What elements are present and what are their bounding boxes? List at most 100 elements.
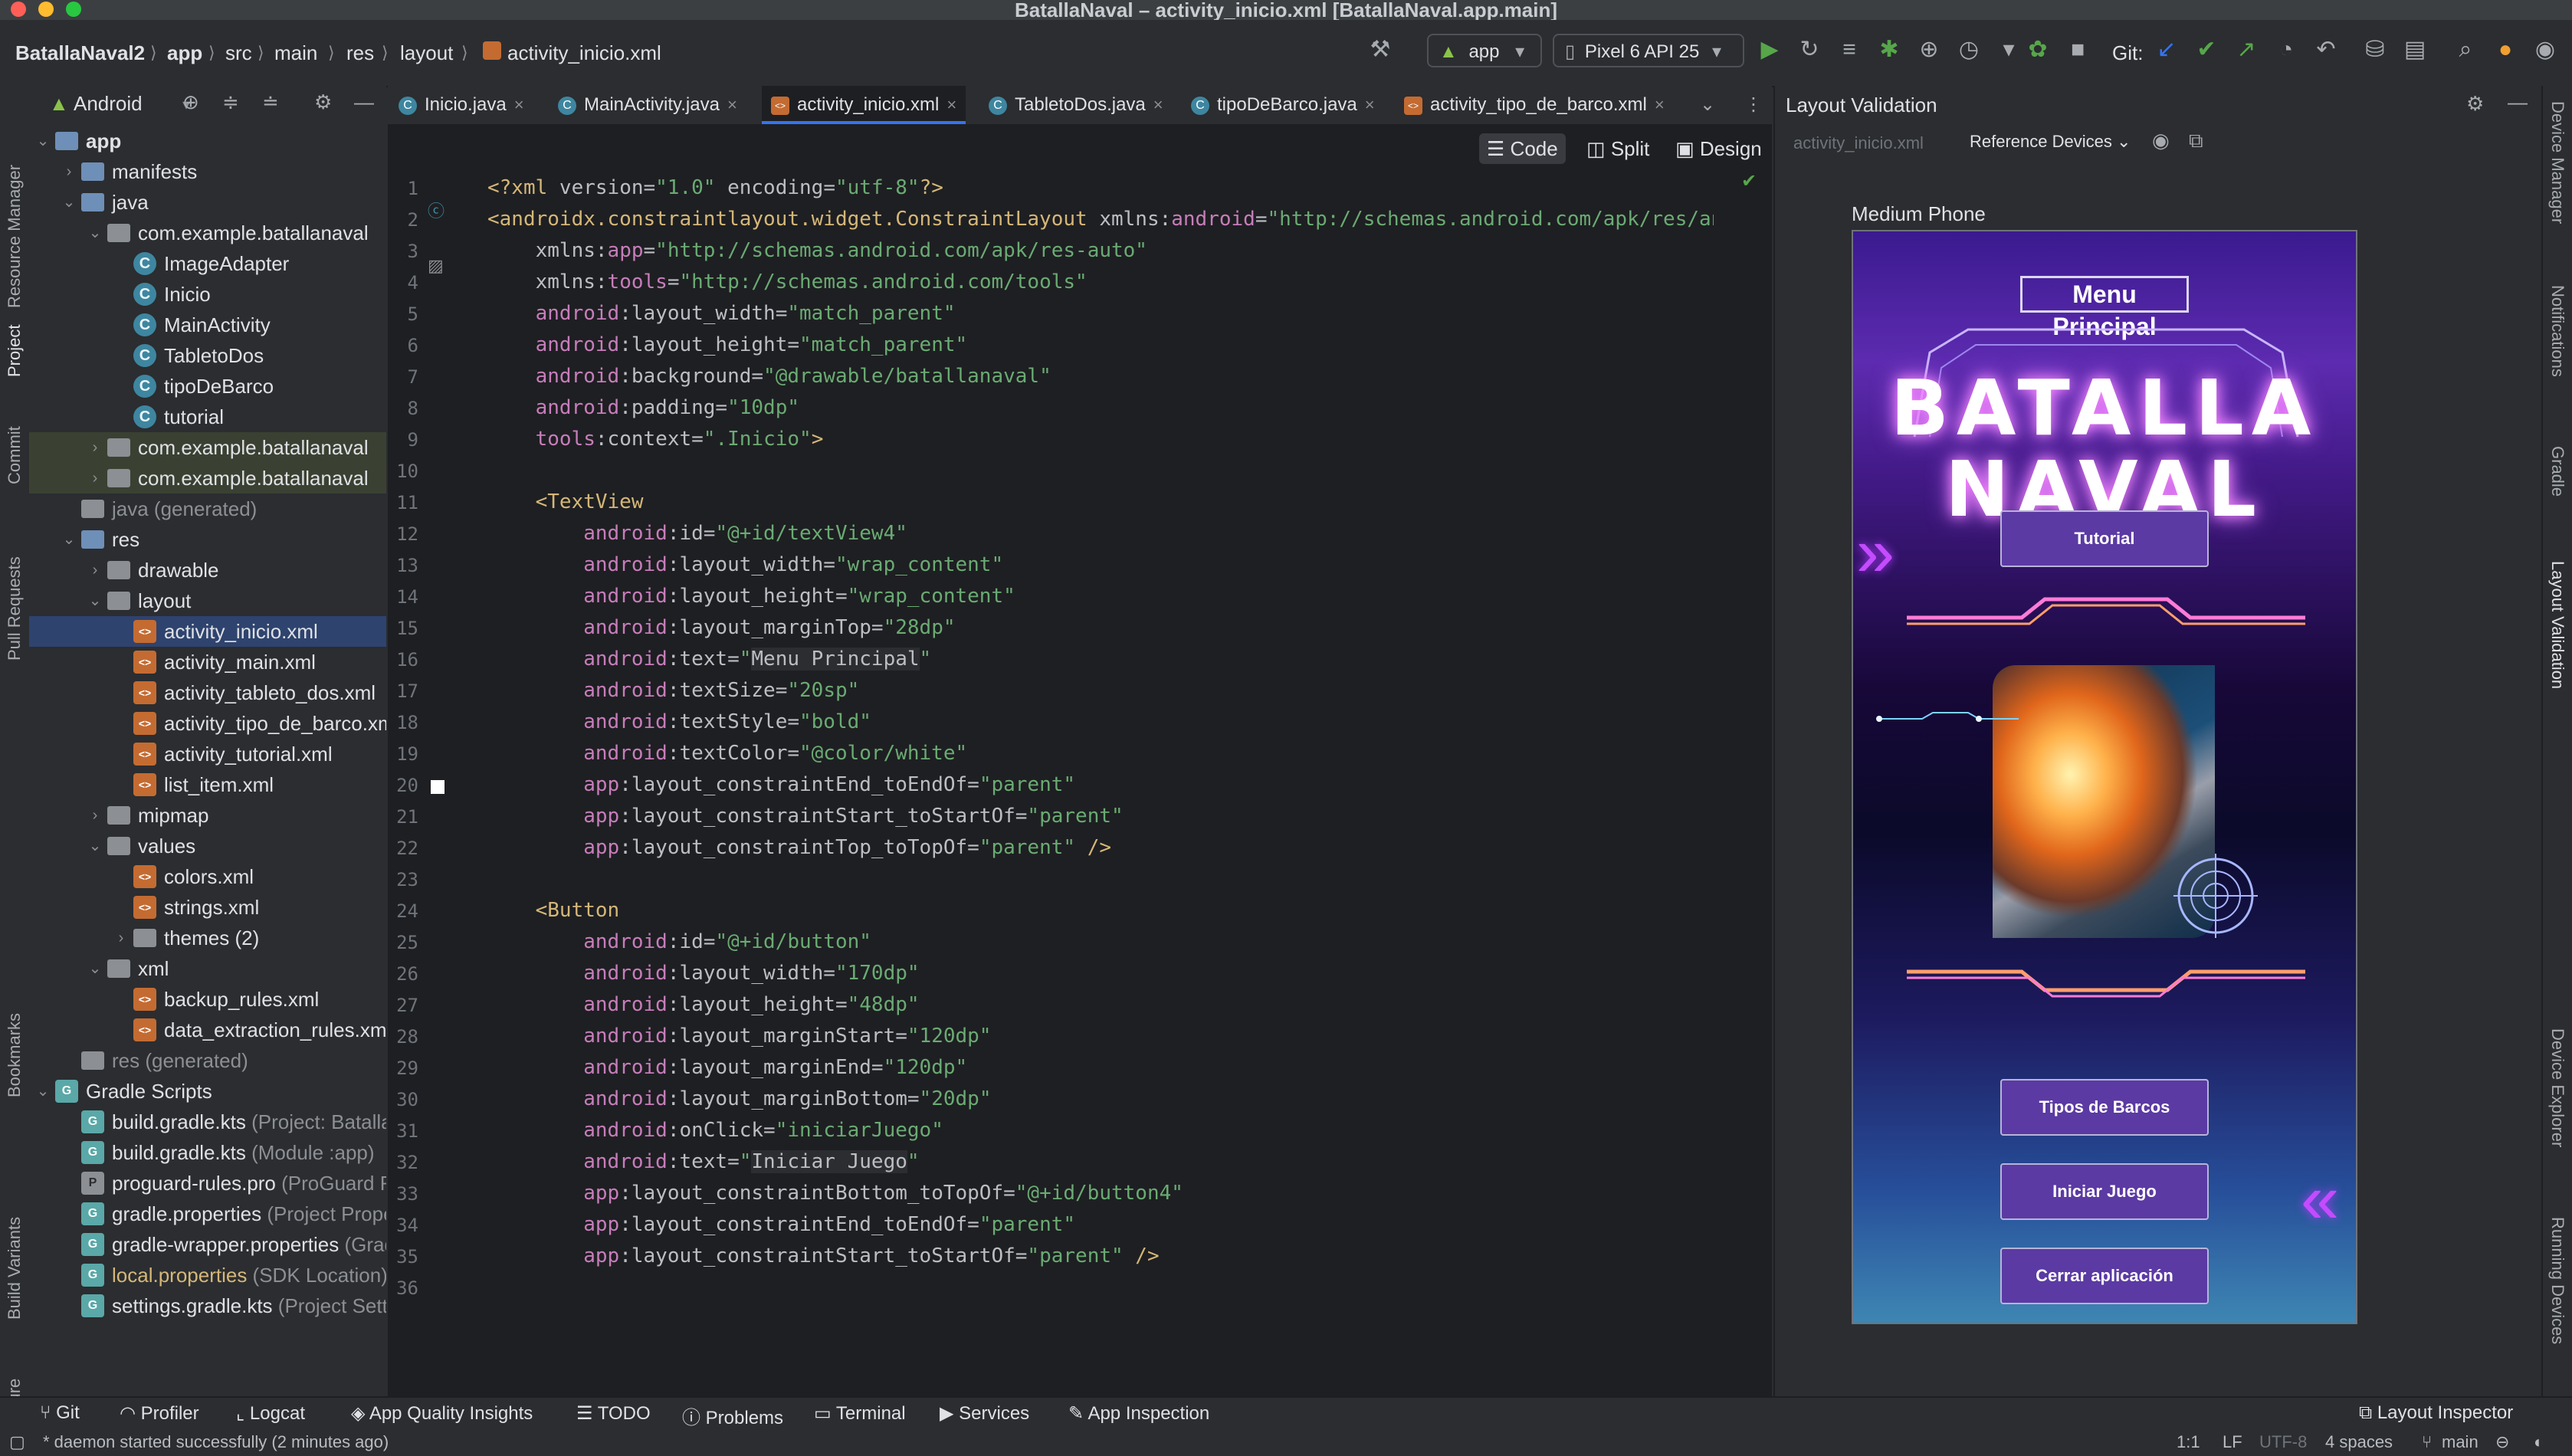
chevron-down-icon[interactable]: ⌄ xyxy=(1700,86,1715,124)
tipos-de-barcos-button[interactable]: Tipos de Barcos xyxy=(2000,1079,2209,1136)
close-icon[interactable]: × xyxy=(1655,95,1665,114)
tree-item[interactable]: ⌄ java xyxy=(29,187,386,218)
chevron-down-icon[interactable]: ⌄ xyxy=(34,1076,52,1107)
tree-item[interactable]: java (generated) xyxy=(29,494,386,524)
chevron-right-icon[interactable]: › xyxy=(86,432,104,463)
code-line[interactable]: android:layout_marginBottom="20dp" xyxy=(487,1087,991,1110)
code-line[interactable]: android:text="Menu Principal" xyxy=(487,648,931,671)
code-line[interactable]: android:layout_width="wrap_content" xyxy=(487,553,1003,576)
cerrar-aplicacion-button[interactable]: Cerrar aplicación xyxy=(2000,1248,2209,1304)
app-quality-insights-button[interactable]: ◈ App Quality Insights xyxy=(351,1402,533,1425)
breadcrumb-file[interactable]: activity_inicio.xml xyxy=(507,41,661,65)
code-line[interactable]: <Button xyxy=(487,899,620,922)
close-icon[interactable]: × xyxy=(1365,95,1375,114)
code-line[interactable]: xmlns:tools="http://schemas.android.com/… xyxy=(487,271,1088,293)
todo-tool-button[interactable]: ☰ TODO xyxy=(576,1402,651,1425)
code-line[interactable]: android:layout_marginStart="120dp" xyxy=(487,1025,991,1048)
caret-position[interactable]: 1:1 xyxy=(2177,1432,2200,1452)
hammer-icon[interactable]: ⚒ xyxy=(1366,35,1395,64)
menu-principal-text[interactable]: Menu Principal xyxy=(2020,276,2189,340)
chevron-down-icon[interactable]: ⌄ xyxy=(60,187,78,218)
tree-item[interactable]: <> activity_main.xml xyxy=(29,647,386,677)
tree-item[interactable]: <> activity_tutorial.xml xyxy=(29,739,386,769)
breadcrumb-project[interactable]: BatallaNaval2 xyxy=(15,41,145,65)
image-preview-icon[interactable]: ▨ xyxy=(428,256,444,276)
profile-icon[interactable]: ◷ xyxy=(1954,35,1983,64)
rollback-icon[interactable]: ↶ xyxy=(2311,35,2341,64)
hide-panel-icon[interactable]: — xyxy=(2508,90,2528,114)
code-line[interactable]: tools:context=".Inicio"> xyxy=(487,428,824,451)
tree-item[interactable]: <> colors.xml xyxy=(29,861,386,892)
git-branch[interactable]: main xyxy=(2442,1432,2479,1452)
git-push-icon[interactable]: ↗ xyxy=(2232,35,2261,64)
git-tool-button[interactable]: ⑂ Git xyxy=(40,1402,80,1424)
code-line[interactable]: app:layout_constraintStart_toStartOf="pa… xyxy=(487,805,1123,828)
chevron-right-icon[interactable]: › xyxy=(112,923,130,953)
chevron-down-icon[interactable]: ⌄ xyxy=(34,126,52,156)
rerun-icon[interactable]: ↻ xyxy=(1795,35,1824,64)
device-mirror-icon[interactable]: ⛁ xyxy=(2360,35,2390,64)
tree-item[interactable]: res (generated) xyxy=(29,1045,386,1076)
sdk-manager-icon[interactable]: ▤ xyxy=(2400,35,2429,64)
tree-item[interactable]: <> strings.xml xyxy=(29,892,386,923)
code-line[interactable]: android:layout_height="wrap_content" xyxy=(487,585,1015,608)
debug-icon[interactable]: ✱ xyxy=(1875,35,1904,64)
chevron-down-icon[interactable]: ⌄ xyxy=(86,953,104,984)
chevron-down-icon[interactable]: ⌄ xyxy=(86,585,104,616)
code-line[interactable]: android:textStyle="bold" xyxy=(487,710,871,733)
app-inspection-button[interactable]: ✎ App Inspection xyxy=(1068,1402,1209,1425)
hide-panel-icon[interactable]: — xyxy=(354,90,374,114)
gear-icon[interactable]: ⚙ xyxy=(314,90,332,114)
tree-item[interactable]: <> activity_tableto_dos.xml xyxy=(29,677,386,708)
tab-tabletodos-java[interactable]: C TabletoDos.java × xyxy=(989,86,1163,124)
code-line[interactable]: android:textSize="20sp" xyxy=(487,679,859,702)
tree-item[interactable]: CtipoDeBarco xyxy=(29,371,386,402)
tree-item[interactable]: › drawable xyxy=(29,555,386,585)
stop-icon[interactable]: ■ xyxy=(2063,35,2092,64)
code-line[interactable]: android:id="@+id/textView4" xyxy=(487,522,907,545)
code-line[interactable]: <?xml version="1.0" encoding="utf-8"?> xyxy=(487,176,943,199)
code-line[interactable]: android:padding="10dp" xyxy=(487,396,799,419)
tree-item[interactable]: Ggradle.properties (Project Properties) xyxy=(29,1199,386,1229)
tab-inicio-java[interactable]: C Inicio.java × xyxy=(399,86,524,124)
updates-icon[interactable]: ● xyxy=(2491,35,2520,64)
copy-icon[interactable]: ⧉ xyxy=(2189,129,2203,153)
code-line[interactable]: app:layout_constraintEnd_toEndOf="parent… xyxy=(487,1213,1075,1236)
tree-item[interactable]: <> activity_inicio.xml xyxy=(29,616,386,647)
apply-changes-icon[interactable]: ≡ xyxy=(1835,35,1864,64)
code-line[interactable]: android:layout_height="match_parent" xyxy=(487,333,968,356)
breadcrumb-layout[interactable]: layout xyxy=(400,41,453,65)
tree-item[interactable]: ⌄ res xyxy=(29,524,386,555)
code-line[interactable]: android:layout_marginEnd="120dp" xyxy=(487,1056,967,1079)
code-line[interactable]: android:layout_width="match_parent" xyxy=(487,302,956,325)
breadcrumb-app[interactable]: app xyxy=(167,41,202,65)
collapse-all-icon[interactable]: ≐ xyxy=(262,90,279,114)
tree-item[interactable]: C Inicio xyxy=(29,279,386,310)
code-line[interactable]: android:layout_marginTop="28dp" xyxy=(487,616,955,639)
eye-icon[interactable]: ◉ xyxy=(2152,129,2170,152)
logcat-tool-button[interactable]: ⌞ Logcat xyxy=(236,1402,305,1425)
tree-item[interactable]: <> data_extraction_rules.xml xyxy=(29,1015,386,1045)
project-view-selector[interactable]: Android xyxy=(74,92,143,116)
phone-preview[interactable]: Menu Principal BATALLA NAVAL » « Tutoria… xyxy=(1852,230,2357,1324)
chevron-right-icon[interactable]: › xyxy=(86,463,104,494)
mode-code-button[interactable]: ☰ Code xyxy=(1479,133,1566,164)
code-line[interactable]: app:layout_constraintEnd_toEndOf="parent… xyxy=(487,773,1075,796)
tree-item[interactable]: ⌄ app xyxy=(29,126,386,156)
code-line[interactable]: app:layout_constraintTop_toTopOf="parent… xyxy=(487,836,1111,859)
code-line[interactable]: android:background="@drawable/batallanav… xyxy=(487,365,1051,388)
tree-item[interactable]: Pproguard-rules.pro (ProGuard Rules for … xyxy=(29,1168,386,1199)
chevron-down-icon[interactable]: ⌄ xyxy=(60,524,78,555)
account-icon[interactable]: ◉ xyxy=(2531,35,2560,64)
close-icon[interactable]: × xyxy=(1153,95,1163,114)
expand-all-icon[interactable]: ≑ xyxy=(222,90,239,114)
code-area[interactable]: <?xml version="1.0" encoding="utf-8"?> <a… xyxy=(487,172,1714,1396)
tree-item[interactable]: › manifests xyxy=(29,156,386,187)
locate-icon[interactable]: ⊕ xyxy=(182,90,199,114)
tree-item[interactable]: Glocal.properties (SDK Location) xyxy=(29,1260,386,1290)
run-icon[interactable]: ▶ xyxy=(1755,35,1784,64)
tree-item[interactable]: <> activity_tipo_de_barco.xml xyxy=(29,708,386,739)
tree-item[interactable]: ⌄ xml xyxy=(29,953,386,984)
breadcrumb-src[interactable]: src xyxy=(225,41,252,65)
line-separator[interactable]: LF xyxy=(2223,1432,2242,1452)
